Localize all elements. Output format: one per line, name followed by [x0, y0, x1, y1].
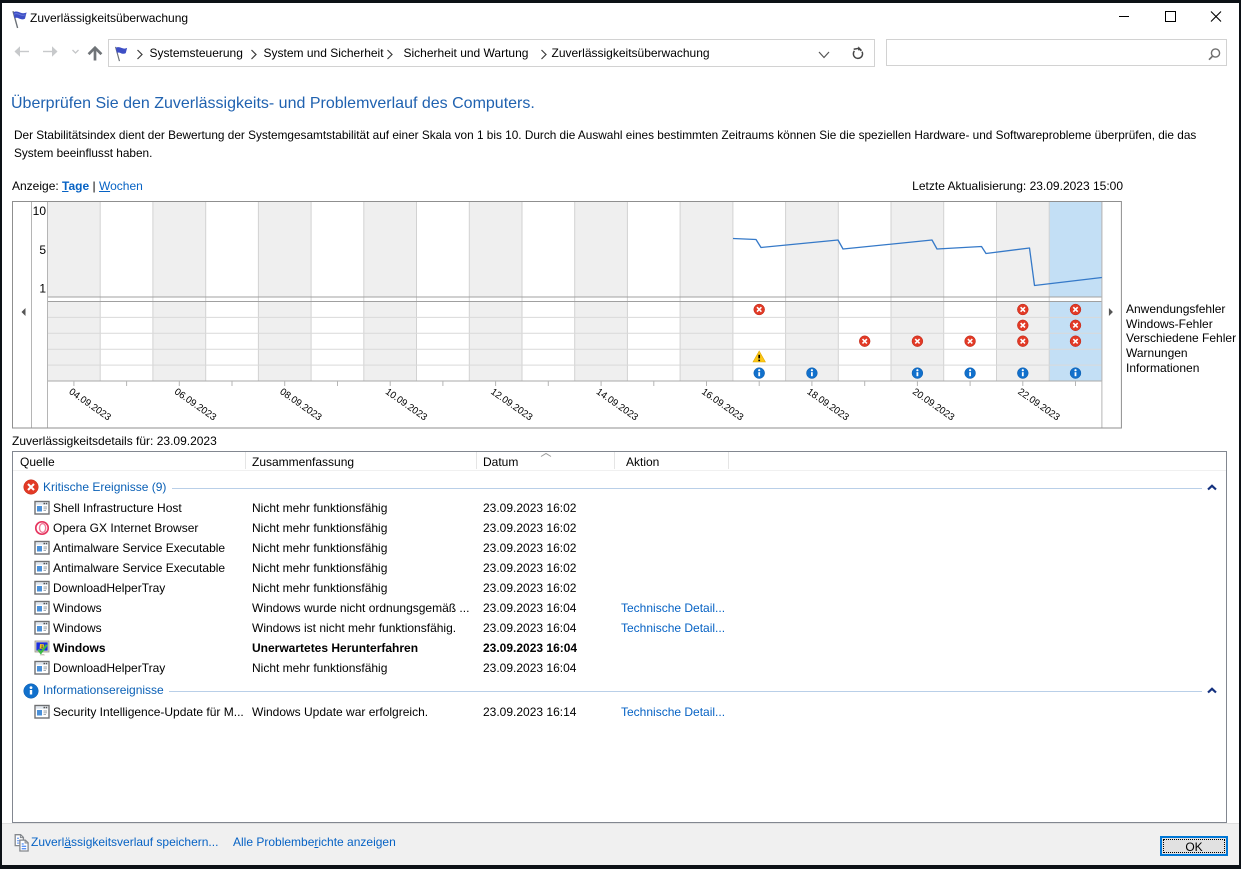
svg-text:10: 10: [33, 204, 47, 218]
svg-text:5: 5: [39, 243, 46, 257]
svg-text:1: 1: [39, 282, 46, 296]
